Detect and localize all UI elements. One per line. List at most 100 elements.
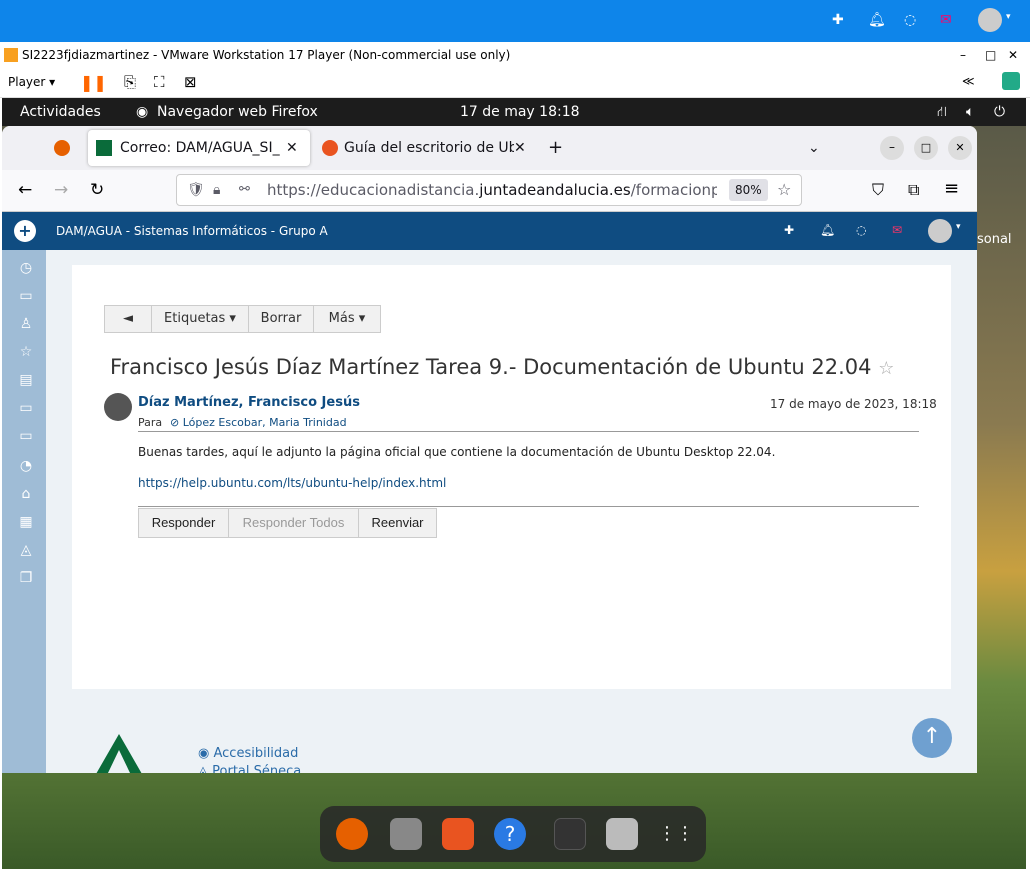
nav-bar: ← → ↻ 🛡︎ 🔒︎ ⚯ https://educacionadistanci… <box>2 170 977 212</box>
reply-button[interactable]: Responder <box>138 508 229 538</box>
users-icon[interactable]: ♙ <box>18 316 34 332</box>
juntadeandalucia-icon <box>96 140 112 156</box>
tab-guia[interactable]: Guía del escritorio de Ubu ✕ <box>316 130 530 166</box>
list-all-tabs-icon[interactable]: ⌄ <box>808 130 820 166</box>
mail-icon[interactable]: ✉ <box>892 223 902 237</box>
calendar-icon[interactable]: ▦ <box>18 514 34 530</box>
pocket-icon[interactable]: ⛉ <box>872 180 884 200</box>
ubuntu-icon <box>322 140 338 156</box>
forward-icon[interactable]: → <box>54 180 68 200</box>
app-grid-icon[interactable]: ⋮⋮ <box>658 818 694 850</box>
url-suffix: /formacionprofe <box>630 181 717 199</box>
folder-icon[interactable]: ▭ <box>18 428 34 444</box>
power-icon[interactable]: ⏻ <box>994 98 1005 126</box>
junta-logo <box>96 734 142 773</box>
host-top-bar: ✚ 🔔︎ ◌ ✉ ▾ <box>0 0 1030 42</box>
gnome-top-bar: Actividades ◉ Navegador web Firefox 17 d… <box>2 98 1026 126</box>
add-icon[interactable]: + <box>14 220 36 242</box>
network-icon[interactable]: ⛙ <box>937 98 947 126</box>
tab-label: Correo: DAM/AGUA_SI_2 <box>120 140 280 156</box>
firefox-view-icon[interactable] <box>54 140 70 156</box>
trash-icon[interactable] <box>606 818 638 850</box>
chevron-down-icon[interactable]: ▾ <box>1006 12 1011 22</box>
terminal-icon[interactable] <box>554 818 586 850</box>
volume-icon[interactable]: 🔈︎ <box>966 98 974 126</box>
help-link[interactable]: https://help.ubuntu.com/lts/ubuntu-help/… <box>138 476 446 490</box>
pin-icon[interactable]: ✚ <box>784 223 794 237</box>
sender-link[interactable]: Díaz Martínez, Francisco Jesús <box>138 395 360 410</box>
forward-button[interactable]: Reenviar <box>358 508 437 538</box>
maximize-button[interactable]: □ <box>914 136 938 160</box>
chat-icon[interactable]: ◌ <box>904 12 916 28</box>
minimize-button[interactable]: – <box>880 136 904 160</box>
vmware-title: SI2223fjdiazmartinez - VMware Workstatio… <box>22 48 511 62</box>
new-tab-button[interactable]: + <box>548 130 563 166</box>
url-bar[interactable]: 🛡︎ 🔒︎ ⚯ https://educacionadistancia.junt… <box>176 174 802 206</box>
back-to-top-icon[interactable]: ↑ <box>912 718 952 758</box>
labels-button[interactable]: Etiquetas ▾ <box>151 305 249 333</box>
back-button[interactable]: ◄ <box>104 305 152 333</box>
maximize-button[interactable]: □ <box>985 42 996 68</box>
activities-button[interactable]: Actividades <box>20 98 101 126</box>
accessibility-link[interactable]: ◉ Accesibilidad <box>198 746 298 761</box>
player-menu[interactable]: Player ▾ <box>8 75 55 89</box>
reply-all-button[interactable]: Responder Todos <box>228 508 359 538</box>
lock-icon[interactable]: 🔒︎ <box>213 175 220 205</box>
recipient[interactable]: ⊘ López Escobar, Maria Trinidad <box>170 416 347 429</box>
fullscreen-icon[interactable]: ⛶ <box>154 73 165 91</box>
mail-icon[interactable]: ✉ <box>940 12 952 28</box>
course-title[interactable]: DAM/AGUA - Sistemas Informáticos - Grupo… <box>56 224 328 238</box>
clock[interactable]: 17 de may 18:18 <box>460 98 580 126</box>
bell-icon[interactable]: 🔔︎ <box>820 223 835 237</box>
bell-icon[interactable]: 🔔︎ <box>868 12 886 28</box>
firefox-icon[interactable] <box>336 818 368 850</box>
home-icon[interactable]: ⌂ <box>18 486 34 502</box>
reload-icon[interactable]: ↻ <box>90 180 104 200</box>
shield-icon[interactable]: 🛡︎ <box>187 175 205 205</box>
permissions-icon[interactable]: ⚯ <box>239 175 250 205</box>
divider <box>138 431 919 432</box>
url-prefix: https://educacionadistancia. <box>267 181 480 199</box>
pin-icon[interactable]: ✚ <box>832 12 844 28</box>
back-icon[interactable]: ← <box>18 180 32 200</box>
delete-button[interactable]: Borrar <box>248 305 314 333</box>
more-button[interactable]: Más ▾ <box>313 305 381 333</box>
folder-icon[interactable]: ▭ <box>18 288 34 304</box>
unity-icon[interactable]: ⊠ <box>184 73 197 91</box>
close-icon[interactable]: ✕ <box>514 130 526 166</box>
avatar[interactable] <box>978 8 1002 32</box>
book-icon[interactable]: ▤ <box>18 372 34 388</box>
hamburger-menu-icon[interactable]: ≡ <box>944 178 959 199</box>
tab-correo[interactable]: Correo: DAM/AGUA_SI_2 ✕ <box>88 130 310 166</box>
pause-icon[interactable]: ❚❚ <box>80 73 107 92</box>
graduation-cap-icon[interactable]: ◬ <box>18 542 34 558</box>
main-content: ◄ Etiquetas ▾ Borrar Más ▾ Francisco Jes… <box>46 250 977 773</box>
extensions-icon[interactable]: ⧉ <box>908 180 919 200</box>
portal-link[interactable]: ◬ Portal Séneca <box>198 764 301 773</box>
zoom-indicator[interactable]: 80% <box>729 179 768 201</box>
dashboard-icon[interactable]: ◔ <box>18 458 34 474</box>
minimize-button[interactable]: – <box>960 42 966 68</box>
notes-icon[interactable] <box>1002 72 1020 90</box>
collapse-icon[interactable]: ≪ <box>962 74 975 88</box>
send-keys-icon[interactable]: ⎘ <box>124 73 136 91</box>
help-icon[interactable]: ? <box>494 818 526 850</box>
folder-icon[interactable]: ▭ <box>18 400 34 416</box>
close-button[interactable]: ✕ <box>1008 42 1018 68</box>
chat-icon[interactable]: ◌ <box>856 223 866 237</box>
files-icon[interactable]: ❐ <box>18 570 34 586</box>
avatar[interactable] <box>928 219 952 243</box>
files-icon[interactable] <box>390 818 422 850</box>
chevron-down-icon[interactable]: ▾ <box>956 222 961 232</box>
app-menu[interactable]: Navegador web Firefox <box>157 98 318 126</box>
star-icon[interactable]: ☆ <box>878 358 894 379</box>
bookmark-star-icon[interactable]: ☆ <box>777 175 791 205</box>
url-domain: juntadeandalucia.es <box>479 181 631 199</box>
close-icon[interactable]: ✕ <box>286 130 298 166</box>
software-icon[interactable] <box>442 818 474 850</box>
moodle-sidebar: ◷ ▭ ♙ ☆ ▤ ▭ ▭ ◔ ⌂ ▦ ◬ ❐ <box>2 250 46 773</box>
star-icon[interactable]: ☆ <box>18 344 34 360</box>
clock-icon[interactable]: ◷ <box>18 260 34 276</box>
close-button[interactable]: ✕ <box>948 136 972 160</box>
vmware-logo-icon <box>4 48 18 62</box>
